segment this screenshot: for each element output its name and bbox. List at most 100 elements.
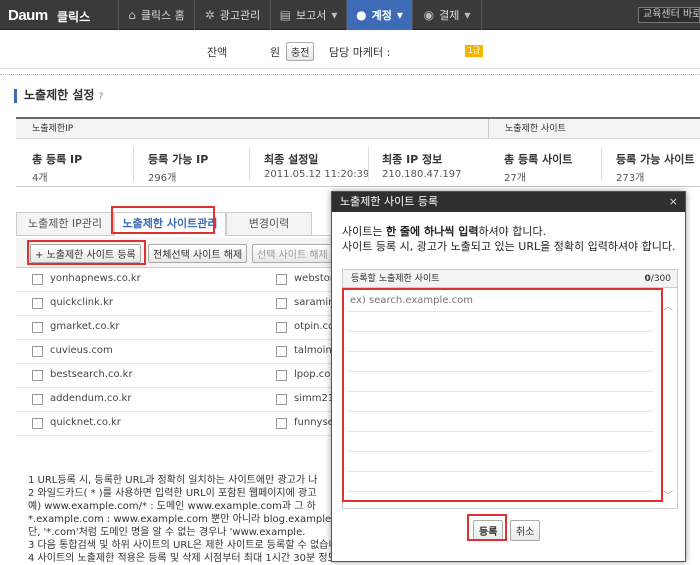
list-toolbar: + 노출제한 사이트 등록 전체선택 사이트 해제 선택 사이트 해제 bbox=[16, 238, 346, 268]
row-checkbox[interactable] bbox=[32, 418, 43, 429]
row-checkbox[interactable] bbox=[32, 274, 43, 285]
table-row: bestsearch.co.kr lpop.co bbox=[16, 364, 336, 388]
tab-site-management[interactable]: 노출제한 사이트관리 bbox=[114, 212, 226, 236]
row-checkbox[interactable] bbox=[276, 298, 287, 309]
site-url: quickclink.kr bbox=[50, 297, 114, 308]
nav-payment[interactable]: ◉ 결제 ▾ bbox=[412, 0, 482, 30]
site-input-textarea[interactable] bbox=[347, 292, 653, 502]
register-site-dialog: 노출제한 사이트 등록 × 사이트는 한 줄에 하나씩 입력하셔야 합니다. 사… bbox=[331, 191, 686, 562]
brand-name: 클릭스 bbox=[57, 10, 91, 24]
site-url: talmoin bbox=[294, 345, 332, 356]
chevron-down-icon: ▾ bbox=[331, 8, 338, 22]
cancel-button[interactable]: 취소 bbox=[509, 520, 541, 541]
chevron-down-icon: ▾ bbox=[396, 8, 403, 22]
site-url: bestsearch.co.kr bbox=[50, 369, 133, 380]
stat-available-site-label: 등록 가능 사이트 bbox=[616, 153, 695, 166]
stat-total-ip-value: 4개 bbox=[32, 173, 48, 184]
dialog-actions: 등록 취소 bbox=[473, 520, 541, 541]
daum-logo[interactable]: Daum bbox=[8, 7, 48, 24]
site-list-table: yonhapnews.co.kr webstore quickclink.kr … bbox=[16, 268, 340, 436]
nav-report[interactable]: ▤ 보고서 ▾ bbox=[270, 0, 346, 30]
stat-last-set-label: 최종 설정일 bbox=[264, 153, 319, 166]
row-checkbox[interactable] bbox=[32, 370, 43, 381]
row-checkbox[interactable] bbox=[32, 298, 43, 309]
nav-home[interactable]: ⌂ 클릭스 홈 bbox=[118, 0, 194, 30]
nav-payment-label: 결제 bbox=[439, 9, 460, 22]
table-row: cuvieus.com talmoin bbox=[16, 340, 336, 364]
row-checkbox[interactable] bbox=[276, 370, 287, 381]
charge-button[interactable]: 충전 bbox=[286, 42, 315, 61]
desc-text: 하셔야 합니다. bbox=[478, 225, 547, 238]
page-title-text: 노출제한 설정 bbox=[24, 88, 95, 102]
row-checkbox[interactable] bbox=[32, 322, 43, 333]
stat-last-ip-label: 최종 IP 정보 bbox=[382, 153, 443, 166]
dialog-header: 노출제한 사이트 등록 × bbox=[332, 192, 685, 212]
row-checkbox[interactable] bbox=[276, 322, 287, 333]
stat-available-ip-value: 296개 bbox=[148, 173, 177, 184]
divider bbox=[368, 147, 369, 181]
row-checkbox[interactable] bbox=[32, 346, 43, 357]
stats-panel: 노출제한IP 노출제한 사이트 총 등록 IP 4개 등록 가능 IP 296개… bbox=[16, 117, 700, 187]
site-input-box: 등록할 노출제한 사이트 0/300 ︿ ﹀ bbox=[342, 269, 678, 509]
row-checkbox[interactable] bbox=[276, 274, 287, 285]
site-stats-header: 노출제한 사이트 bbox=[488, 119, 700, 139]
chevron-up-icon[interactable]: ︿ bbox=[663, 298, 673, 313]
table-row: quicknet.co.kr funnysee bbox=[16, 412, 340, 436]
divider bbox=[133, 147, 134, 181]
gear-icon: ✲ bbox=[204, 8, 215, 22]
won-label: 원 bbox=[270, 46, 281, 59]
site-url: otpin.co bbox=[294, 321, 335, 332]
tab-change-history[interactable]: 변경이력 bbox=[226, 212, 312, 236]
site-count: 0/300 bbox=[645, 270, 671, 288]
site-input-header: 등록할 노출제한 사이트 0/300 bbox=[343, 270, 677, 288]
chevron-down-icon[interactable]: ﹀ bbox=[663, 487, 673, 502]
row-checkbox[interactable] bbox=[276, 394, 287, 405]
desc-text: 사이트는 bbox=[342, 225, 386, 238]
edu-center-link[interactable]: 교육센터 바로가기 bbox=[638, 7, 700, 23]
stat-total-ip-label: 총 등록 IP bbox=[32, 153, 83, 166]
stat-last-ip-value: 210.180.47.197 bbox=[382, 169, 462, 180]
nav-report-label: 보고서 bbox=[295, 9, 327, 22]
divider bbox=[601, 147, 602, 181]
nav-account[interactable]: ● 계정 ▾ bbox=[346, 0, 412, 30]
scrollbar[interactable]: ︿ ﹀ bbox=[661, 294, 675, 504]
account-info-bar: 잔액 원 충전 담당 마케터 : bbox=[0, 31, 700, 69]
chart-icon: ▤ bbox=[279, 8, 291, 22]
divider bbox=[249, 147, 250, 181]
site-url: addendum.co.kr bbox=[50, 393, 132, 404]
page-title: 노출제한 설정 ? bbox=[14, 89, 103, 103]
site-url: saramin bbox=[294, 297, 335, 308]
stat-available-ip-label: 등록 가능 IP bbox=[148, 153, 209, 166]
tab-ip-management[interactable]: 노출제한 IP관리 bbox=[16, 212, 114, 236]
site-count-max: /300 bbox=[650, 274, 671, 284]
nav-ad-management-label: 광고관리 bbox=[219, 9, 261, 22]
user-icon: ● bbox=[356, 8, 367, 22]
table-row: addendum.co.kr simm21 bbox=[16, 388, 336, 412]
help-icon[interactable]: ? bbox=[99, 92, 104, 102]
site-url: simm21 bbox=[294, 393, 335, 404]
table-row: yonhapnews.co.kr webstore bbox=[16, 268, 340, 292]
divider bbox=[0, 74, 700, 75]
close-icon[interactable]: × bbox=[669, 192, 678, 212]
nav-account-label: 계정 bbox=[371, 9, 392, 22]
site-url: lpop.co bbox=[294, 369, 331, 380]
row-checkbox[interactable] bbox=[32, 394, 43, 405]
row-checkbox[interactable] bbox=[276, 346, 287, 357]
dialog-description: 사이트는 한 줄에 하나씩 입력하셔야 합니다. 사이트 등록 시, 광고가 노… bbox=[342, 224, 676, 254]
release-selected-button[interactable]: 선택 사이트 해제 bbox=[252, 244, 333, 263]
site-input-header-label: 등록할 노출제한 사이트 bbox=[351, 274, 440, 284]
stat-last-set-value: 2011.05.12 11:20:39 bbox=[264, 169, 370, 180]
row-checkbox[interactable] bbox=[276, 418, 287, 429]
tab-bar: 노출제한 IP관리 노출제한 사이트관리 변경이력 bbox=[16, 212, 336, 236]
release-all-button[interactable]: 전체선택 사이트 해제 bbox=[148, 244, 248, 263]
stat-available-site-value: 273개 bbox=[616, 173, 645, 184]
add-site-button[interactable]: + 노출제한 사이트 등록 bbox=[30, 244, 141, 263]
site-url: quicknet.co.kr bbox=[50, 417, 121, 428]
nav-ad-management[interactable]: ✲ 광고관리 bbox=[194, 0, 270, 30]
register-button[interactable]: 등록 bbox=[473, 520, 504, 541]
chevron-down-icon: ▾ bbox=[464, 8, 471, 22]
desc-emphasis: 한 줄에 하나씩 입력 bbox=[385, 225, 479, 238]
site-url: gmarket.co.kr bbox=[50, 321, 120, 332]
ip-stats-header: 노출제한IP bbox=[16, 119, 488, 139]
dialog-title: 노출제한 사이트 등록 bbox=[340, 195, 439, 208]
